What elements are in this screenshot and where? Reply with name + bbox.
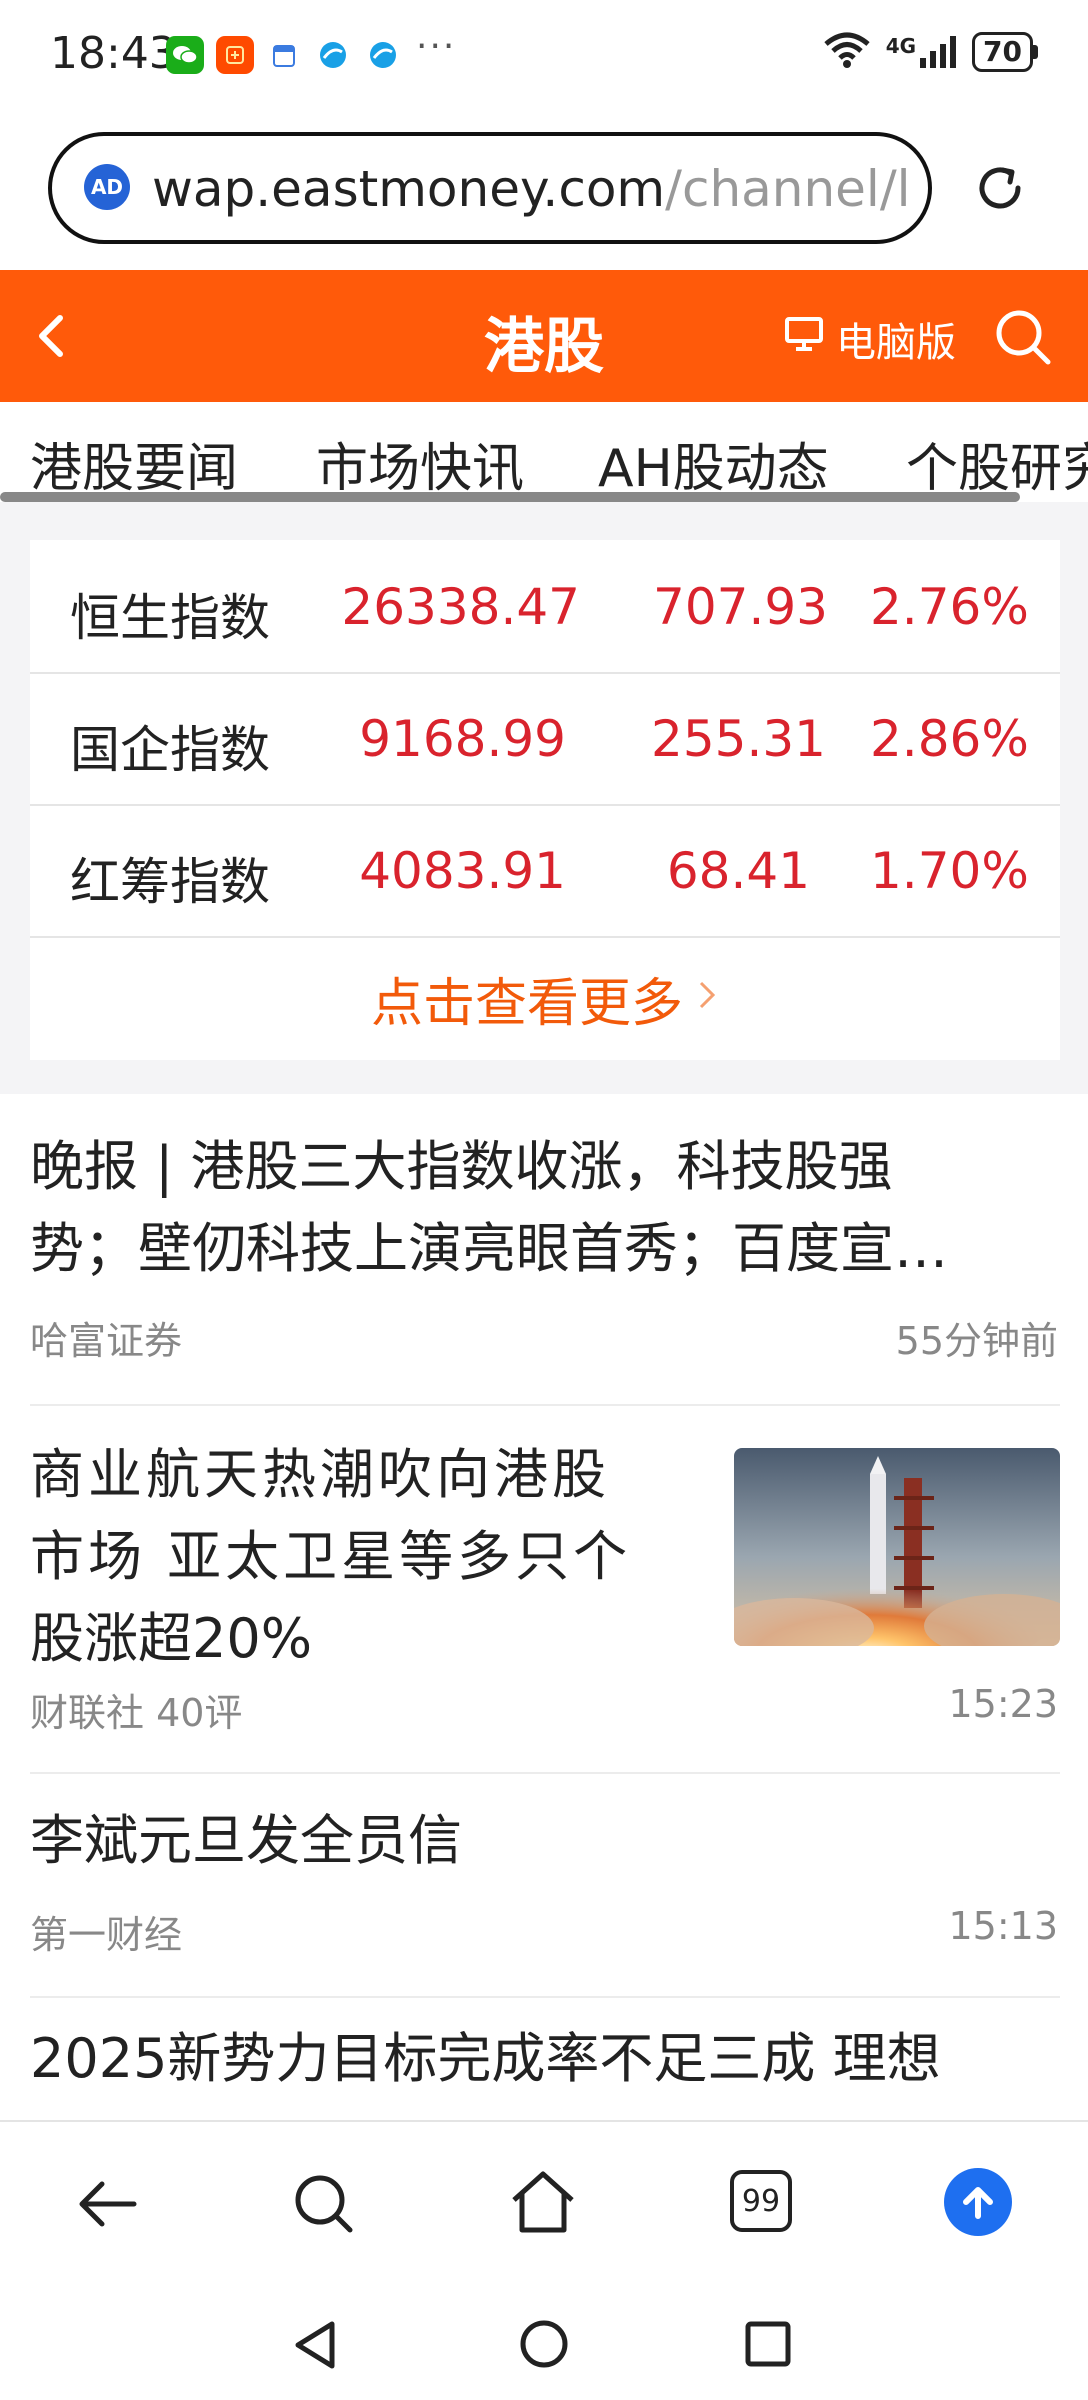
index-change: 707.93 [653, 578, 828, 636]
desktop-version-button[interactable]: 电脑版 [784, 310, 956, 368]
more-notifications-icon: ··· [416, 26, 457, 67]
chevron-right-icon [695, 968, 719, 1028]
index-value: 9168.99 [359, 710, 566, 768]
index-change-pct: 2.86% [870, 710, 1029, 768]
browser-icon [318, 40, 348, 70]
tabs-scrollbar[interactable] [0, 492, 1020, 502]
news-title-line: 晚报 | 港股三大指数收涨，科技股强 [30, 1135, 893, 1198]
news-thumbnail-rocket-launch[interactable] [734, 1448, 1060, 1646]
search-icon[interactable] [992, 306, 1054, 368]
index-card: 恒生指数 26338.47 707.93 2.76% 国企指数 9168.99 … [30, 540, 1060, 1060]
status-time: 18:43 [50, 28, 177, 79]
news-time: 15:23 [948, 1682, 1058, 1726]
news-title-line: 市场 亚太卫星等多只个 [30, 1525, 632, 1588]
news-title-line: 商业航天热潮吹向港股 [30, 1443, 610, 1506]
news-title-line: 2025新势力目标完成率不足三成 理想 [30, 2027, 941, 2090]
url-text[interactable]: wap.eastmoney.com/channel/lis [152, 160, 912, 218]
news-source: 哈富证券 [30, 1319, 183, 1363]
wifi-icon [822, 30, 872, 74]
nav-recents-icon[interactable] [744, 2320, 792, 2372]
index-name: 恒生指数 [70, 589, 270, 647]
nav-back-icon[interactable] [290, 2318, 340, 2376]
cellular-signal-icon: 4G [886, 34, 958, 70]
browser-toolbar: 99 [0, 2120, 1088, 2292]
news-source: 财联社 40评 [30, 1691, 243, 1735]
index-change-pct: 2.76% [870, 578, 1029, 636]
index-row-hscei[interactable]: 国企指数 9168.99 255.31 2.86% [30, 672, 1060, 806]
nav-home-icon[interactable] [518, 2318, 570, 2374]
back-icon[interactable] [74, 2174, 140, 2238]
index-value: 4083.91 [359, 842, 566, 900]
index-name: 国企指数 [70, 721, 270, 779]
tab-stock-research[interactable]: 个股研究 [906, 426, 1088, 501]
tab-market-flash[interactable]: 市场快讯 [316, 426, 524, 501]
tab-ah-stocks[interactable]: AH股动态 [598, 426, 829, 501]
news-item[interactable]: 李斌元旦发全员信 第一财经 15:13 [0, 1774, 1088, 1996]
news-title-line: 股涨超20% [30, 1607, 313, 1670]
index-row-hscci[interactable]: 红筹指数 4083.91 68.41 1.70% [30, 804, 1060, 938]
news-title-line: 李斌元旦发全员信 [30, 1809, 462, 1872]
address-bar[interactable]: AD wap.eastmoney.com/channel/lis [48, 132, 932, 244]
ad-badge-icon: AD [84, 164, 130, 210]
index-change: 255.31 [651, 710, 826, 768]
index-change: 68.41 [666, 842, 810, 900]
calendar-icon [272, 42, 296, 68]
view-more-label: 点击查看更多 [370, 973, 683, 1034]
news-item[interactable]: 晚报 | 港股三大指数收涨，科技股强 势；壁仞科技上演亮眼首秀；百度宣… 哈富证… [0, 1110, 1088, 1410]
battery-icon: 70 [972, 32, 1038, 72]
news-title-line: 势；壁仞科技上演亮眼首秀；百度宣… [30, 1217, 948, 1280]
wechat-icon [166, 36, 204, 74]
home-icon[interactable] [508, 2168, 578, 2240]
news-time: 55分钟前 [895, 1319, 1058, 1363]
index-value: 26338.47 [341, 578, 580, 636]
search-icon[interactable] [292, 2172, 356, 2240]
desktop-version-label: 电脑版 [836, 320, 956, 366]
view-more-button[interactable]: 点击查看更多 [30, 936, 1060, 1060]
page-header: 港股 电脑版 [0, 270, 1088, 402]
reload-icon[interactable] [972, 160, 1028, 216]
taobao-icon [216, 36, 254, 74]
status-right: 4G 70 [822, 30, 1038, 74]
index-name: 红筹指数 [70, 853, 270, 911]
channel-tabs: 港股要闻 市场快讯 AH股动态 个股研究 [0, 402, 1088, 502]
tab-hk-news[interactable]: 港股要闻 [30, 426, 238, 501]
index-row-hsi[interactable]: 恒生指数 26338.47 707.93 2.76% [30, 540, 1060, 674]
browser-icon-2 [368, 40, 398, 70]
news-item[interactable]: 2025新势力目标完成率不足三成 理想 [0, 1998, 1088, 2120]
news-time: 15:13 [948, 1904, 1058, 1948]
index-change-pct: 1.70% [870, 842, 1029, 900]
news-source: 第一财经 [30, 1913, 183, 1957]
tabs-count-icon[interactable]: 99 [730, 2170, 792, 2232]
monitor-icon [784, 316, 824, 362]
system-nav-bar [0, 2290, 1088, 2400]
status-bar: 18:43 ··· 4G 70 [0, 0, 1088, 112]
upload-arrow-icon[interactable] [944, 2168, 1012, 2236]
